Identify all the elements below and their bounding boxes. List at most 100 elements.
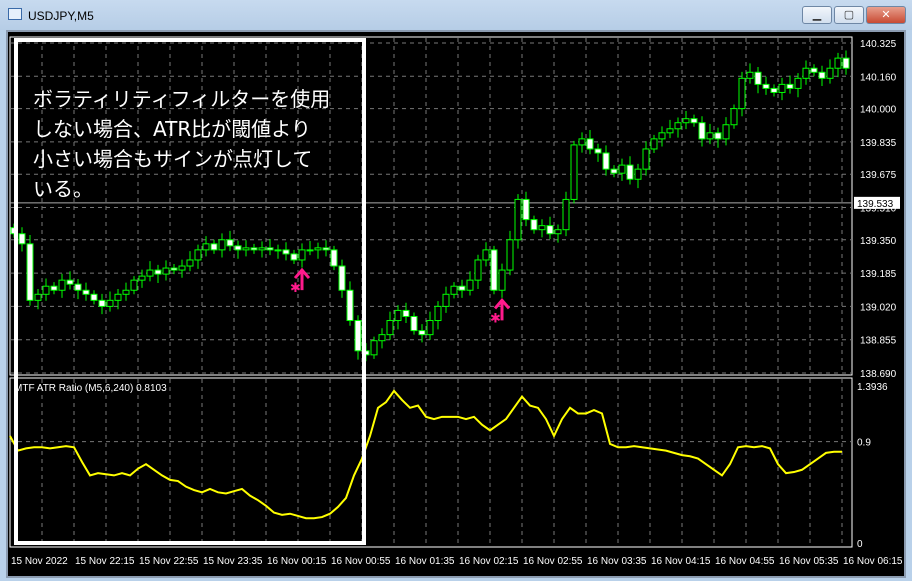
indicator-label: MTF ATR Ratio (M5,6,240) 0.8103 <box>14 383 167 394</box>
time-tick-label: 16 Nov 02:15 <box>459 556 519 567</box>
time-tick-label: 16 Nov 03:35 <box>587 556 647 567</box>
candle-body <box>658 132 666 140</box>
candle-body <box>306 249 314 252</box>
candle-body <box>474 259 482 281</box>
candle-body <box>554 229 562 235</box>
annotation-text: ボラティリティフィルターを使用 しない場合、ATR比が閾値より 小さい場合もサイ… <box>33 84 353 204</box>
annotation-line: しない場合、ATR比が閾値より <box>33 117 311 141</box>
price-tick-label: 139.020 <box>860 302 897 313</box>
candle-body <box>258 247 266 251</box>
candle-body <box>466 279 474 291</box>
candle-body <box>274 249 282 252</box>
candle-body <box>706 132 714 140</box>
candle-body <box>290 253 298 261</box>
candle-body <box>482 249 490 261</box>
candle-body <box>194 249 202 261</box>
candle-body <box>802 67 810 79</box>
candle-body <box>378 334 386 342</box>
candle-body <box>626 164 634 180</box>
candle-body <box>98 299 106 307</box>
candle-body <box>762 83 770 89</box>
annotation-line: 小さい場合もサインが点灯して <box>33 147 313 171</box>
candle-body <box>146 269 154 277</box>
scrollbar[interactable] <box>906 30 912 581</box>
current-price-label: 139.533 <box>857 199 894 210</box>
candle-body <box>338 265 346 291</box>
candle-body <box>418 330 426 336</box>
candle-body <box>714 132 722 140</box>
candle-body <box>698 122 706 140</box>
candle-body <box>106 299 114 307</box>
time-tick-label: 15 Nov 23:35 <box>203 556 263 567</box>
candle-body <box>498 269 506 291</box>
time-tick-label: 15 Nov 22:15 <box>75 556 135 567</box>
time-tick-label: 15 Nov 22:55 <box>139 556 199 567</box>
time-tick-label: 15 Nov 2022 <box>11 556 68 567</box>
price-tick-label: 138.690 <box>860 369 897 380</box>
indicator-tick-label: 1.3936 <box>857 382 888 393</box>
candle-body <box>218 239 226 251</box>
candle-body <box>826 67 834 79</box>
candle-body <box>586 138 594 150</box>
candle-body <box>754 71 762 85</box>
time-tick-label: 16 Nov 05:35 <box>779 556 839 567</box>
candle-body <box>666 128 674 134</box>
candle-body <box>410 315 418 332</box>
candle-body <box>442 293 450 307</box>
candle-body <box>234 245 242 251</box>
candle-body <box>530 219 538 231</box>
annotation-line: ボラティリティフィルターを使用 <box>33 87 331 111</box>
candle-body <box>618 164 626 174</box>
candle-body <box>162 267 170 275</box>
candle-body <box>138 275 146 281</box>
candle-body <box>786 83 794 89</box>
candle-body <box>122 289 130 295</box>
candle-body <box>610 168 618 174</box>
candle-body <box>394 309 402 322</box>
candle-body <box>114 293 122 301</box>
candle-body <box>538 225 546 231</box>
candle-body <box>602 152 610 170</box>
candle-body <box>722 124 730 140</box>
price-tick-label: 139.675 <box>860 170 897 181</box>
candle-body <box>202 243 210 251</box>
candle-body <box>402 309 410 317</box>
candle-body <box>562 198 570 231</box>
candle-body <box>130 279 138 291</box>
candle-body <box>58 279 66 291</box>
candle-body <box>386 320 394 336</box>
candle-body <box>170 267 178 271</box>
candle-body <box>570 144 578 200</box>
candle-body <box>250 247 258 251</box>
time-tick-label: 16 Nov 06:15 <box>843 556 903 567</box>
candle-body <box>26 243 34 301</box>
candle-body <box>50 285 58 291</box>
time-tick-label: 16 Nov 01:35 <box>395 556 455 567</box>
candle-body <box>642 148 650 170</box>
candle-body <box>210 243 218 251</box>
price-tick-label: 140.000 <box>860 105 897 116</box>
indicator-tick-label: 0 <box>857 539 863 550</box>
candle-body <box>330 249 338 267</box>
time-tick-label: 16 Nov 00:55 <box>331 556 391 567</box>
candle-body <box>634 168 642 180</box>
candle-body <box>578 138 586 146</box>
candle-body <box>458 285 466 291</box>
candle-body <box>842 57 850 69</box>
candle-body <box>242 247 250 251</box>
candle-body <box>34 293 42 301</box>
star-icon: ✱ <box>290 280 301 295</box>
candle-body <box>74 283 82 291</box>
time-tick-label: 16 Nov 00:15 <box>267 556 327 567</box>
candle-body <box>778 83 786 93</box>
candle-body <box>322 247 330 251</box>
candle-body <box>490 249 498 291</box>
price-tick-label: 139.835 <box>860 138 897 149</box>
indicator-pane-border <box>9 377 853 548</box>
candle-body <box>522 198 530 221</box>
candle-body <box>450 285 458 295</box>
candle-body <box>674 122 682 130</box>
candle-body <box>682 118 690 124</box>
time-tick-label: 16 Nov 04:15 <box>651 556 711 567</box>
indicator-tick-label: 0.9 <box>857 438 871 449</box>
